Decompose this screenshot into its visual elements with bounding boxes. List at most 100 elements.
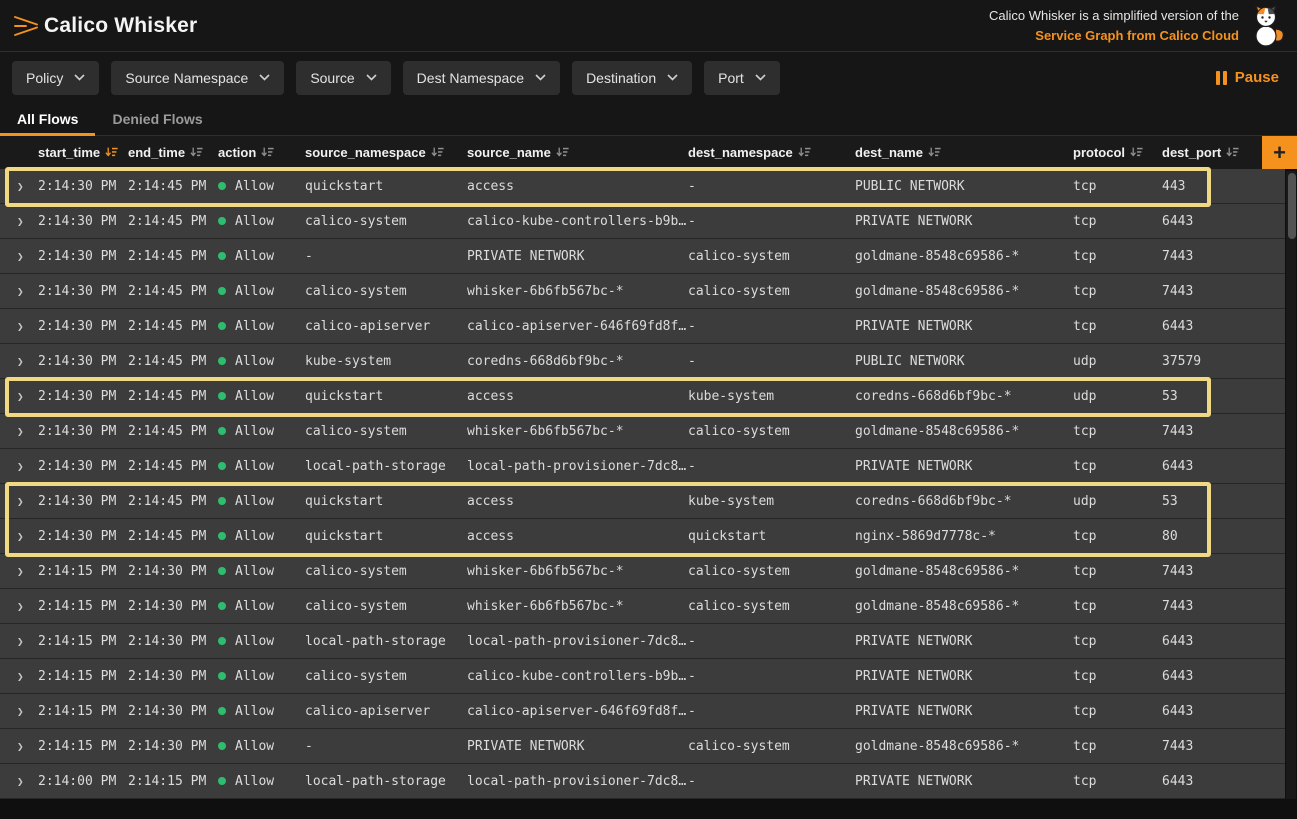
cell-dest_namespace: - (688, 179, 855, 194)
flow-row[interactable]: ❯2:14:30 PM2:14:45 PMAllowlocal-path-sto… (0, 449, 1285, 484)
flow-row[interactable]: ❯2:14:15 PM2:14:30 PMAllowcalico-systemw… (0, 589, 1285, 624)
row-expand-chevron-icon[interactable]: ❯ (0, 355, 38, 368)
row-expand-chevron-icon[interactable]: ❯ (0, 285, 38, 298)
flow-row[interactable]: ❯2:14:30 PM2:14:45 PMAllowquickstartacce… (0, 519, 1285, 554)
row-expand-chevron-icon[interactable]: ❯ (0, 670, 38, 683)
cell-source_namespace: calico-system (305, 424, 467, 439)
cell-value: calico-system (688, 599, 790, 614)
column-header-end_time[interactable]: end_time (128, 145, 218, 160)
cell-value: 7443 (1162, 249, 1193, 264)
cell-protocol: tcp (1073, 214, 1162, 229)
column-header-start_time[interactable]: start_time (38, 145, 128, 160)
row-expand-chevron-icon[interactable]: ❯ (0, 775, 38, 788)
row-expand-chevron-icon[interactable]: ❯ (0, 600, 38, 613)
flow-row[interactable]: ❯2:14:30 PM2:14:45 PMAllowcalico-systemc… (0, 204, 1285, 239)
column-header-action[interactable]: action (218, 145, 305, 160)
scrollbar-track[interactable] (1286, 171, 1296, 799)
cell-start_time: 2:14:15 PM (38, 669, 128, 684)
scrollbar-thumb[interactable] (1288, 173, 1296, 239)
filter-port[interactable]: Port (704, 61, 780, 95)
filter-source-namespace[interactable]: Source Namespace (111, 61, 284, 95)
flow-row[interactable]: ❯2:14:15 PM2:14:30 PMAllowcalico-systemw… (0, 554, 1285, 589)
column-header-source_namespace[interactable]: source_namespace (305, 145, 467, 160)
cell-value: kube-system (688, 494, 774, 509)
cell-value: calico-apiserver (305, 319, 430, 334)
service-graph-link[interactable]: Service Graph from Calico Cloud (989, 26, 1239, 46)
flow-row[interactable]: ❯2:14:30 PM2:14:45 PMAllowcalico-apiserv… (0, 309, 1285, 344)
column-header-dest_namespace[interactable]: dest_namespace (688, 145, 855, 160)
flow-row[interactable]: ❯2:14:15 PM2:14:30 PMAllowcalico-systemc… (0, 659, 1285, 694)
flow-row[interactable]: ❯2:14:30 PM2:14:45 PMAllow-PRIVATE NETWO… (0, 239, 1285, 274)
cell-value: kube-system (305, 354, 391, 369)
row-expand-chevron-icon[interactable]: ❯ (0, 495, 38, 508)
cell-source_namespace: quickstart (305, 179, 467, 194)
cell-value: 2:14:30 PM (38, 494, 116, 509)
row-expand-chevron-icon[interactable]: ❯ (0, 390, 38, 403)
cell-value: Allow (235, 564, 274, 579)
cell-action: Allow (218, 669, 305, 684)
flow-row[interactable]: ❯2:14:15 PM2:14:30 PMAllowlocal-path-sto… (0, 624, 1285, 659)
cell-action: Allow (218, 739, 305, 754)
allow-status-dot (218, 217, 226, 225)
column-label: protocol (1073, 145, 1125, 160)
cell-value: - (688, 354, 696, 369)
cell-dest_namespace: calico-system (688, 599, 855, 614)
flow-row[interactable]: ❯2:14:30 PM2:14:45 PMAllowcalico-systemw… (0, 274, 1285, 309)
cell-protocol: udp (1073, 389, 1162, 404)
tab-all-flows[interactable]: All Flows (0, 103, 95, 135)
cell-start_time: 2:14:30 PM (38, 424, 128, 439)
cell-source_namespace: calico-system (305, 564, 467, 579)
flow-row[interactable]: ❯2:14:30 PM2:14:45 PMAllowquickstartacce… (0, 169, 1285, 204)
cell-dest_port: 37579 (1162, 354, 1285, 369)
cell-value: 2:14:45 PM (128, 389, 206, 404)
filter-label: Source Namespace (125, 70, 248, 86)
cell-value: PRIVATE NETWORK (855, 704, 972, 719)
tab-denied-flows[interactable]: Denied Flows (95, 103, 219, 135)
filter-label: Port (718, 70, 744, 86)
add-column-button[interactable]: + (1262, 136, 1297, 169)
filter-destination[interactable]: Destination (572, 61, 692, 95)
cell-value: Allow (235, 424, 274, 439)
cell-value: Allow (235, 774, 274, 789)
row-expand-chevron-icon[interactable]: ❯ (0, 740, 38, 753)
cell-value: quickstart (688, 529, 766, 544)
cell-value: 2:14:30 PM (38, 179, 116, 194)
cell-value: 2:14:15 PM (38, 739, 116, 754)
flow-row[interactable]: ❯2:14:15 PM2:14:30 PMAllow-PRIVATE NETWO… (0, 729, 1285, 764)
row-expand-chevron-icon[interactable]: ❯ (0, 320, 38, 333)
flow-row[interactable]: ❯2:14:30 PM2:14:45 PMAllowkube-systemcor… (0, 344, 1285, 379)
filter-policy[interactable]: Policy (12, 61, 99, 95)
row-expand-chevron-icon[interactable]: ❯ (0, 425, 38, 438)
cell-value: 2:14:45 PM (128, 494, 206, 509)
cell-value: 2:14:45 PM (128, 179, 206, 194)
row-expand-chevron-icon[interactable]: ❯ (0, 565, 38, 578)
cell-source_name: access (467, 389, 688, 404)
cell-value: 80 (1162, 529, 1178, 544)
flow-row[interactable]: ❯2:14:30 PM2:14:45 PMAllowquickstartacce… (0, 379, 1285, 414)
column-header-protocol[interactable]: protocol (1073, 145, 1162, 160)
row-expand-chevron-icon[interactable]: ❯ (0, 705, 38, 718)
cell-end_time: 2:14:45 PM (128, 249, 218, 264)
cell-protocol: udp (1073, 354, 1162, 369)
cell-value: goldmane-8548c69586-* (855, 599, 1019, 614)
column-header-source_name[interactable]: source_name (467, 145, 688, 160)
flow-row[interactable]: ❯2:14:30 PM2:14:45 PMAllowquickstartacce… (0, 484, 1285, 519)
row-expand-chevron-icon[interactable]: ❯ (0, 635, 38, 648)
filter-source[interactable]: Source (296, 61, 390, 95)
cell-start_time: 2:14:30 PM (38, 249, 128, 264)
pause-button[interactable]: Pause (1216, 69, 1279, 86)
flow-row[interactable]: ❯2:14:15 PM2:14:30 PMAllowcalico-apiserv… (0, 694, 1285, 729)
row-expand-chevron-icon[interactable]: ❯ (0, 460, 38, 473)
cell-dest_name: goldmane-8548c69586-* (855, 284, 1073, 299)
flow-row[interactable]: ❯2:14:00 PM2:14:15 PMAllowlocal-path-sto… (0, 764, 1285, 799)
cell-dest_name: goldmane-8548c69586-* (855, 564, 1073, 579)
row-expand-chevron-icon[interactable]: ❯ (0, 250, 38, 263)
row-expand-chevron-icon[interactable]: ❯ (0, 530, 38, 543)
filter-dest-namespace[interactable]: Dest Namespace (403, 61, 560, 95)
row-expand-chevron-icon[interactable]: ❯ (0, 180, 38, 193)
row-expand-chevron-icon[interactable]: ❯ (0, 215, 38, 228)
cell-source_namespace: - (305, 739, 467, 754)
flow-row[interactable]: ❯2:14:30 PM2:14:45 PMAllowcalico-systemw… (0, 414, 1285, 449)
column-header-dest_name[interactable]: dest_name (855, 145, 1073, 160)
cell-protocol: tcp (1073, 599, 1162, 614)
